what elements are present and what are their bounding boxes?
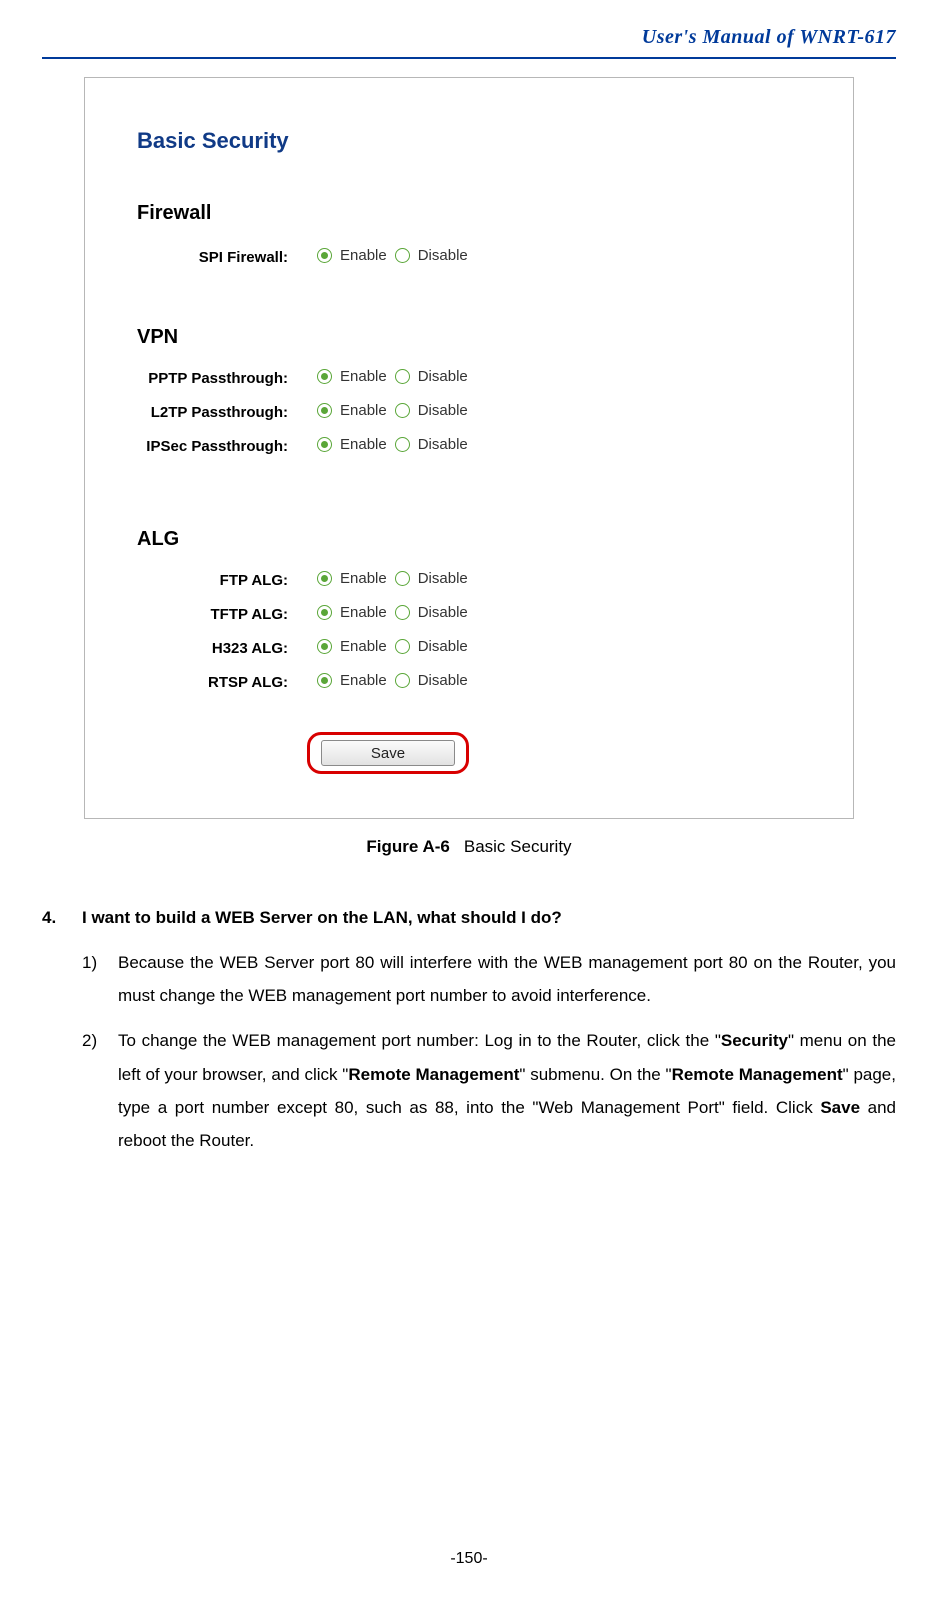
label-h323-alg: H323 ALG:	[212, 640, 288, 657]
radio-h323-disable[interactable]	[395, 639, 410, 654]
radio-pptp-enable[interactable]	[317, 369, 332, 384]
radio-spi-disable[interactable]	[395, 248, 410, 263]
row-pptp: PPTP Passthrough: Enable Disable	[85, 368, 853, 396]
row-h323-alg: H323 ALG: Enable Disable	[85, 638, 853, 666]
label-ipsec: IPSec Passthrough:	[146, 438, 288, 455]
step-2-bold4: Save	[820, 1098, 860, 1117]
section-title-firewall: Firewall	[137, 202, 211, 225]
faq-number: 4.	[42, 901, 82, 934]
radio-rtsp-disable[interactable]	[395, 673, 410, 688]
step-2-num: 2)	[82, 1024, 118, 1157]
option-enable: Enable	[340, 402, 387, 419]
figure-caption-text: Basic Security	[464, 837, 572, 856]
step-2-mid2: " submenu. On the "	[519, 1065, 671, 1084]
radio-tftp-disable[interactable]	[395, 605, 410, 620]
option-disable: Disable	[418, 672, 468, 689]
radio-h323-enable[interactable]	[317, 639, 332, 654]
option-disable: Disable	[418, 604, 468, 621]
label-spi-firewall: SPI Firewall:	[199, 249, 288, 266]
option-enable: Enable	[340, 672, 387, 689]
radio-l2tp-disable[interactable]	[395, 403, 410, 418]
panel-title: Basic Security	[137, 128, 289, 154]
label-ftp-alg: FTP ALG:	[220, 572, 288, 589]
figure-label: Figure A-6	[366, 837, 449, 856]
step-2-pre1: To change the WEB management port number…	[118, 1031, 721, 1050]
step-2-text: To change the WEB management port number…	[118, 1024, 896, 1157]
page-number: -150-	[0, 1550, 938, 1568]
option-disable: Disable	[418, 570, 468, 587]
option-enable: Enable	[340, 638, 387, 655]
section-title-vpn: VPN	[137, 326, 178, 349]
label-pptp: PPTP Passthrough:	[148, 370, 288, 387]
row-spi-firewall: SPI Firewall: Enable Disable	[85, 247, 853, 275]
label-rtsp-alg: RTSP ALG:	[208, 674, 288, 691]
step-2-bold3: Remote Management	[672, 1065, 843, 1084]
option-disable: Disable	[418, 402, 468, 419]
radio-l2tp-enable[interactable]	[317, 403, 332, 418]
radio-pptp-disable[interactable]	[395, 369, 410, 384]
option-enable: Enable	[340, 604, 387, 621]
step-1-num: 1)	[82, 946, 118, 1012]
radio-rtsp-enable[interactable]	[317, 673, 332, 688]
row-rtsp-alg: RTSP ALG: Enable Disable	[85, 672, 853, 700]
label-l2tp: L2TP Passthrough:	[151, 404, 288, 421]
radio-ipsec-disable[interactable]	[395, 437, 410, 452]
page-header-title: User's Manual of WNRT-617	[42, 20, 896, 57]
section-title-alg: ALG	[137, 528, 179, 551]
faq-section: 4. I want to build a WEB Server on the L…	[42, 901, 896, 1157]
step-1-text: Because the WEB Server port 80 will inte…	[118, 946, 896, 1012]
option-disable: Disable	[418, 638, 468, 655]
screenshot-basic-security: Basic Security Firewall SPI Firewall: En…	[84, 77, 854, 819]
save-button[interactable]: Save	[321, 740, 455, 766]
figure-caption: Figure A-6 Basic Security	[84, 837, 854, 857]
radio-tftp-enable[interactable]	[317, 605, 332, 620]
row-ftp-alg: FTP ALG: Enable Disable	[85, 570, 853, 598]
row-tftp-alg: TFTP ALG: Enable Disable	[85, 604, 853, 632]
option-disable: Disable	[418, 436, 468, 453]
option-enable: Enable	[340, 247, 387, 264]
figure-container: Basic Security Firewall SPI Firewall: En…	[84, 77, 854, 857]
save-highlight-box: Save	[307, 732, 469, 774]
label-tftp-alg: TFTP ALG:	[211, 606, 289, 623]
row-l2tp: L2TP Passthrough: Enable Disable	[85, 402, 853, 430]
option-disable: Disable	[418, 368, 468, 385]
radio-ftp-disable[interactable]	[395, 571, 410, 586]
option-enable: Enable	[340, 436, 387, 453]
radio-ipsec-enable[interactable]	[317, 437, 332, 452]
step-2-bold2: Remote Management	[348, 1065, 519, 1084]
radio-spi-enable[interactable]	[317, 248, 332, 263]
option-enable: Enable	[340, 368, 387, 385]
radio-ftp-enable[interactable]	[317, 571, 332, 586]
step-2-bold1: Security	[721, 1031, 788, 1050]
header-rule	[42, 57, 896, 59]
option-disable: Disable	[418, 247, 468, 264]
option-enable: Enable	[340, 570, 387, 587]
faq-question: I want to build a WEB Server on the LAN,…	[82, 901, 562, 934]
row-ipsec: IPSec Passthrough: Enable Disable	[85, 436, 853, 464]
